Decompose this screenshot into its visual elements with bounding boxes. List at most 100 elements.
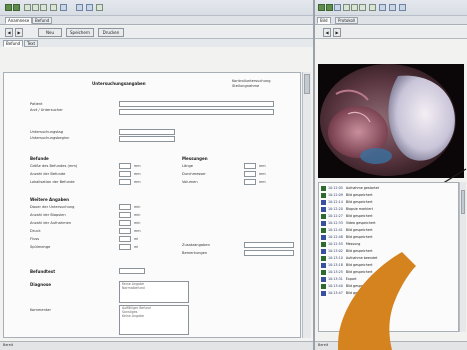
main-status-bar: Bereit	[0, 341, 313, 350]
toolbar-button-speichern[interactable]	[32, 4, 39, 11]
log-time: 10:12:09	[328, 193, 343, 197]
zusatz-field[interactable]	[244, 242, 294, 248]
tab-anamnese[interactable]: Anamnese	[5, 17, 33, 24]
log-row[interactable]: 10:12:48 Bild gespeichert	[321, 234, 373, 240]
patient-field[interactable]	[119, 101, 274, 107]
log-status-icon	[321, 199, 326, 205]
toolbar-button-suchen[interactable]	[86, 4, 93, 11]
form-right-subtitle: Stellungnahme	[232, 84, 260, 88]
log-text: Video gespeichert	[345, 221, 376, 225]
bemerkung-field[interactable]	[244, 250, 294, 256]
befunde-row-input[interactable]	[119, 171, 131, 177]
side-toolbar-button-stop[interactable]	[326, 4, 333, 11]
toolbar-button-optionen[interactable]	[96, 4, 103, 11]
side-toolbar-button-video[interactable]	[351, 4, 358, 11]
side-toolbar-button-bild[interactable]	[343, 4, 350, 11]
weitere-row-unit: min	[134, 205, 141, 209]
section-befunde: Befunde	[30, 156, 49, 161]
log-row[interactable]: 10:12:27 Bild gespeichert	[321, 213, 373, 219]
log-status-icon	[321, 276, 326, 282]
log-scrollbar-thumb[interactable]	[461, 190, 465, 214]
log-scrollbar[interactable]	[459, 182, 466, 332]
log-row[interactable]: 10:12:41 Bild gespeichert	[321, 227, 373, 233]
subtab-text[interactable]: Text	[24, 40, 39, 47]
befundtext-field[interactable]	[119, 268, 145, 274]
log-status-icon	[321, 262, 326, 268]
diagnose-list[interactable]: Keine Angabe Normalbefund	[119, 281, 189, 303]
toolbar-button-zur-ck[interactable]	[5, 4, 12, 11]
log-status-icon	[321, 227, 326, 233]
befunde-row-input[interactable]	[119, 163, 131, 169]
side-toolbar-button-export[interactable]	[399, 4, 406, 11]
nav-forward-button[interactable]: ▶	[15, 28, 23, 37]
date-field[interactable]	[119, 129, 175, 135]
befunde-row-input[interactable]	[119, 179, 131, 185]
date-label-2: Untersuchungsbeginn	[30, 136, 70, 140]
log-row[interactable]: 10:12:09 Bild gespeichert	[321, 192, 373, 198]
date-field-2[interactable]	[119, 136, 175, 142]
side-toolbar-button-licht[interactable]	[369, 4, 376, 11]
form-panel: Untersuchungsangaben Kontrolluntersuchun…	[3, 72, 301, 338]
side-toolbar-button-aufnahme[interactable]	[334, 4, 341, 11]
toolbar-button-vor[interactable]	[13, 4, 20, 11]
log-row[interactable]: 10:12:33 Video gespeichert	[321, 220, 376, 226]
weitere-row-input[interactable]	[119, 228, 131, 234]
log-row[interactable]: 10:12:14 Bild gespeichert	[321, 199, 373, 205]
befundtext-label: Befundtext	[30, 269, 56, 274]
side-toolbar-button-start[interactable]	[318, 4, 325, 11]
messungen-row-input[interactable]	[244, 163, 256, 169]
log-row[interactable]: 10:12:55 Messung	[321, 241, 360, 247]
log-text: Bild gespeichert	[345, 228, 373, 232]
side-toolbar-button-archiv[interactable]	[389, 4, 396, 11]
print-button[interactable]: Drucken	[98, 28, 124, 37]
befunde-row-unit: mm	[134, 180, 141, 184]
side-back-button[interactable]: ◀	[323, 28, 331, 37]
toolbar-button-neu[interactable]	[24, 4, 31, 11]
toolbar-button-einf-gen[interactable]	[76, 4, 83, 11]
log-status-icon	[321, 290, 326, 296]
messungen-row-input[interactable]	[244, 171, 256, 177]
section-weitere: Weitere Angaben	[30, 197, 69, 202]
weitere-row-input[interactable]	[119, 204, 131, 210]
toolbar-button-kopieren[interactable]	[60, 4, 67, 11]
log-row[interactable]: 10:12:20 Biopsie markiert	[321, 206, 373, 212]
weitere-row-input[interactable]	[119, 212, 131, 218]
log-time: 10:12:14	[328, 200, 343, 204]
side-forward-button[interactable]: ▶	[333, 28, 341, 37]
comment-list[interactable]: Auffälliger Befund Sonstiges Keine Angab…	[119, 305, 189, 335]
examiner-field[interactable]	[119, 109, 274, 115]
form-scrollbar-thumb[interactable]	[304, 74, 310, 94]
tab-befund[interactable]: Befund	[32, 17, 53, 24]
new-button[interactable]: Neu	[38, 28, 62, 37]
weitere-row-input[interactable]	[119, 220, 131, 226]
save-button[interactable]: Speichern	[66, 28, 94, 37]
befunde-row-unit: mm	[134, 164, 141, 168]
side-tab-bild[interactable]: Bild	[317, 17, 331, 24]
subtab-befund[interactable]: Befund	[3, 40, 24, 47]
section-messungen: Messungen	[182, 156, 208, 161]
weitere-row-unit: mm	[134, 229, 141, 233]
comment-option[interactable]: Keine Angabe	[120, 314, 188, 318]
side-tab-protokoll[interactable]: Protokoll	[335, 17, 359, 24]
diagnose-option[interactable]: Normalbefund	[120, 286, 188, 290]
form-right-title: Kontrolluntersuchung	[232, 79, 271, 83]
side-icon-bar: ◀ ▶	[315, 26, 467, 39]
form-scrollbar[interactable]	[302, 72, 311, 338]
messungen-row-input[interactable]	[244, 179, 256, 185]
log-row[interactable]: 10:12:05 Aufnahme gestartet	[321, 185, 379, 191]
side-toolbar-button-zoom[interactable]	[359, 4, 366, 11]
sub-tab-strip: Befund Text	[0, 39, 313, 47]
log-text: Bild gespeichert	[345, 214, 373, 218]
log-time: 10:12:05	[328, 186, 343, 190]
toolbar-button-l-schen[interactable]	[40, 4, 47, 11]
weitere-row-input[interactable]	[119, 236, 131, 242]
side-toolbar-button-fokus[interactable]	[379, 4, 386, 11]
log-status-icon	[321, 269, 326, 275]
action-bar: ◀ ▶ Neu Speichern Drucken	[0, 26, 313, 39]
date-label: Untersuchungstag	[30, 130, 64, 134]
nav-back-button[interactable]: ◀	[5, 28, 13, 37]
log-text: Bild gespeichert	[345, 235, 373, 239]
toolbar-button-drucken[interactable]	[50, 4, 57, 11]
main-tab-strip: Anamnese Befund	[0, 16, 313, 25]
weitere-row-input[interactable]	[119, 244, 131, 250]
